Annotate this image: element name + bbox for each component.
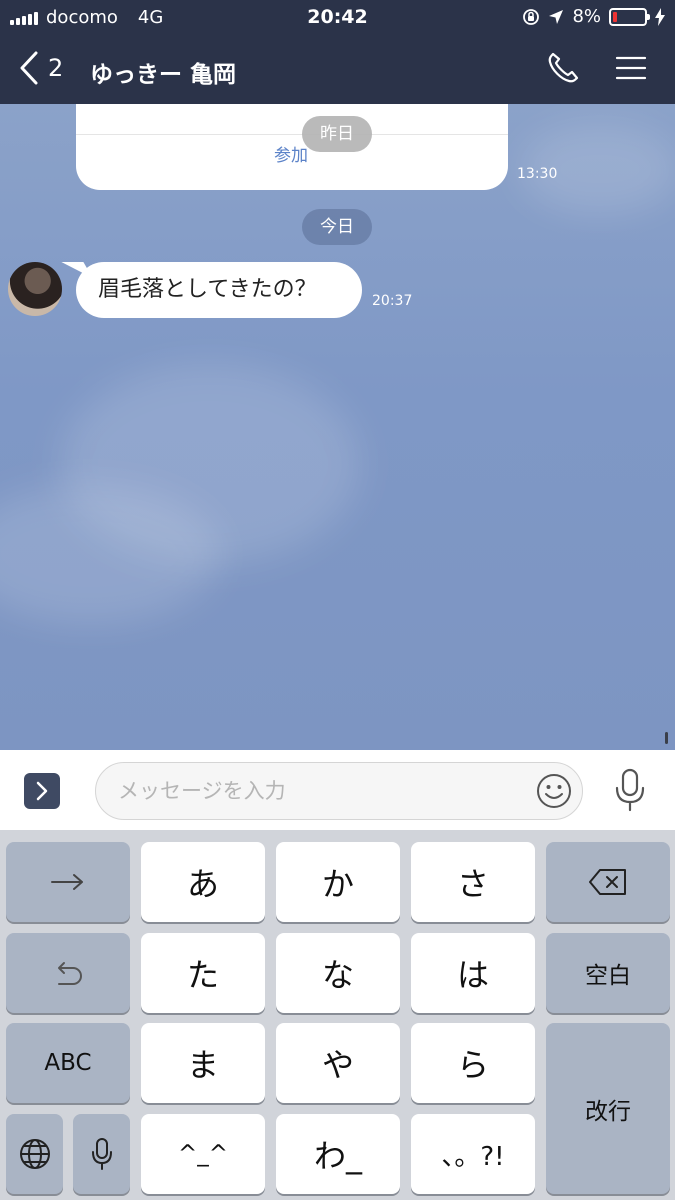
key-dictation[interactable] [73,1114,130,1194]
unread-count: 2 [48,54,64,82]
battery-icon [609,7,650,26]
key-space[interactable]: 空白 [546,933,670,1013]
avatar[interactable] [8,262,62,316]
backspace-icon [589,869,626,895]
key-arrow-right[interactable] [6,842,130,922]
scrollbar[interactable] [665,732,668,744]
chevron-right-icon [36,781,48,801]
arrow-right-icon [51,874,83,890]
message-bubble[interactable]: 眉毛落としてきたの？ [76,262,362,318]
emoji-icon[interactable] [536,773,572,809]
date-separator-yesterday: 昨日 [302,116,372,152]
rotation-lock-icon [523,8,540,25]
key-ha[interactable]: は [411,933,535,1013]
top-bar: docomo 4G 20:42 8% 2 ゆっきー 亀岡 [0,0,675,104]
key-face-label: ^_^ [177,1141,229,1167]
key-ka[interactable]: か [276,842,400,922]
location-icon [549,9,564,24]
key-punctuation[interactable]: 、。?! [411,1114,535,1194]
keyboard: あ か さ た な は 空白 ABC ま や ら 改行 ^_^ わ_ 、。?! [0,830,675,1200]
battery-percent: 8% [572,6,601,27]
phone-icon[interactable] [545,50,581,86]
card-timestamp: 13:30 [517,166,558,182]
message-timestamp: 20:37 [372,293,413,309]
event-card: 参加 [76,104,508,190]
key-a[interactable]: あ [141,842,265,922]
key-space-label: 空白 [585,963,631,989]
menu-icon[interactable] [613,50,649,86]
expand-button[interactable] [24,773,60,809]
key-ma[interactable]: ま [141,1023,265,1103]
key-ta[interactable]: た [141,933,265,1013]
join-link[interactable]: 参加 [76,141,506,166]
key-face[interactable]: ^_^ [141,1114,265,1194]
key-ra[interactable]: ら [411,1023,535,1103]
key-globe[interactable] [6,1114,63,1194]
key-abc-label: ABC [44,1050,92,1076]
microphone-icon[interactable] [612,768,648,812]
input-bar [0,750,675,830]
charging-icon [655,7,665,26]
key-punctuation-label: 、。?! [441,1141,505,1172]
globe-icon [19,1139,50,1169]
key-ya[interactable]: や [276,1023,400,1103]
key-abc[interactable]: ABC [6,1023,130,1103]
key-return-label: 改行 [585,1098,631,1125]
microphone-icon [91,1138,112,1170]
back-button[interactable]: 2 [18,50,63,86]
chat-title: ゆっきー 亀岡 [90,62,237,88]
key-backspace[interactable] [546,842,670,922]
chat-header: 2 ゆっきー 亀岡 [0,36,675,104]
key-return[interactable]: 改行 [546,1023,670,1194]
undo-icon [58,962,82,985]
chat-area[interactable]: 参加 昨日 13:30 今日 眉毛落としてきたの？ 20:37 [0,104,675,750]
key-undo[interactable] [6,933,130,1013]
date-separator-today: 今日 [302,209,372,245]
chevron-left-icon [20,51,38,85]
key-na[interactable]: な [276,933,400,1013]
key-sa[interactable]: さ [411,842,535,922]
message-input[interactable] [95,762,583,820]
status-bar: docomo 4G 20:42 8% [0,0,675,36]
key-wa[interactable]: わ_ [276,1114,400,1194]
